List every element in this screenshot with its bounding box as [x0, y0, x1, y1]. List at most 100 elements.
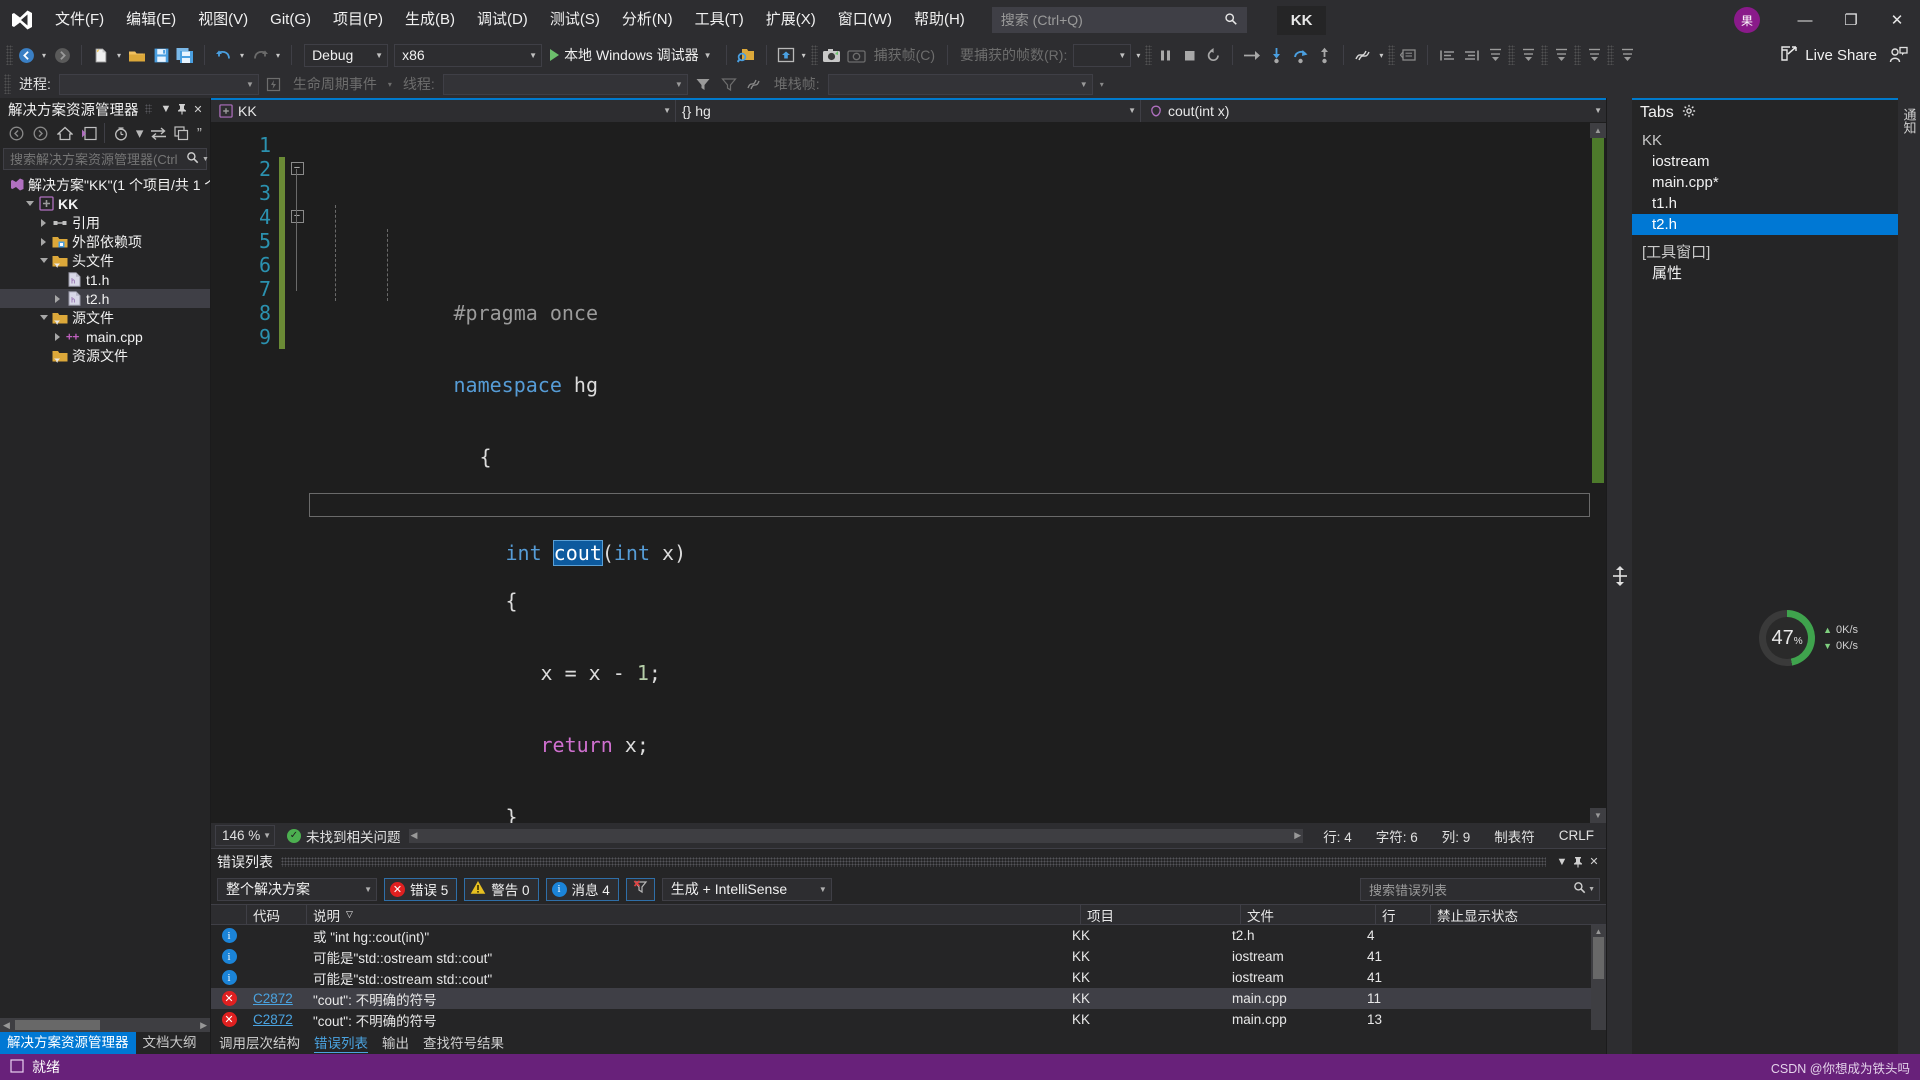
tabs-item-t1h[interactable]: t1.h: [1632, 193, 1898, 214]
menu-test[interactable]: 测试(S): [539, 0, 611, 40]
messages-filter-button[interactable]: i 消息 4: [545, 877, 619, 901]
tree-row-references[interactable]: 引用: [0, 213, 210, 232]
live-share-button[interactable]: Live Share: [1772, 45, 1885, 66]
tabs-item-properties[interactable]: 属性: [1632, 262, 1898, 283]
menu-project[interactable]: 项目(P): [322, 0, 394, 40]
column-file[interactable]: 文件: [1241, 905, 1376, 924]
issue-status[interactable]: ✓ 未找到相关问题: [275, 826, 401, 846]
pin-icon[interactable]: [1570, 853, 1586, 871]
clear-filter-button[interactable]: [625, 877, 655, 901]
twisty-expanded-icon[interactable]: [36, 258, 51, 263]
error-list-search[interactable]: 搜索错误列表 ▼: [1360, 877, 1600, 901]
se-overflow-icon[interactable]: ”: [195, 122, 204, 144]
menu-edit[interactable]: 编辑(E): [115, 0, 187, 40]
expand-icon[interactable]: [1517, 43, 1539, 67]
tree-row-t2h[interactable]: h t2.h: [0, 289, 210, 308]
notifications-vertical-tab[interactable]: 通知: [1898, 98, 1920, 1054]
menu-tools[interactable]: 工具(T): [684, 0, 755, 40]
minimize-button[interactable]: —: [1782, 0, 1828, 40]
comment-block-icon[interactable]: [1397, 43, 1419, 67]
menu-extensions[interactable]: 扩展(X): [755, 0, 827, 40]
scroll-left-icon[interactable]: ◀: [411, 830, 418, 841]
tabs-item-maincpp[interactable]: main.cpp*: [1632, 172, 1898, 193]
procbar-grip[interactable]: [4, 74, 11, 94]
table-row[interactable]: ✕ C2872 "cout": 不明确的符号 KK main.cpp 13: [211, 1009, 1591, 1030]
platform-combo[interactable]: x86 ▼: [394, 43, 543, 67]
show-next-statement-icon[interactable]: [1241, 43, 1263, 67]
panel-drag-dots[interactable]: [144, 104, 152, 114]
twisty-expanded-icon[interactable]: [36, 315, 51, 320]
fold-toggle-function-icon[interactable]: −: [290, 210, 304, 224]
tree-row-solution[interactable]: 解决方案"KK"(1 个项目/共 1 个: [0, 175, 210, 194]
global-search-box[interactable]: 搜索 (Ctrl+Q): [991, 7, 1247, 33]
bookmark-clear-icon[interactable]: [1616, 43, 1638, 67]
lifecycle-caret-icon[interactable]: ▾: [385, 80, 395, 89]
back-icon[interactable]: [6, 122, 28, 144]
toolbar-grip[interactable]: [1541, 45, 1549, 65]
break-all-icon[interactable]: [1154, 43, 1176, 67]
step-out-icon[interactable]: [1313, 43, 1335, 67]
open-file-icon[interactable]: [126, 43, 148, 67]
overflow-caret-icon[interactable]: ▾: [1133, 51, 1143, 60]
menu-analyze[interactable]: 分析(N): [611, 0, 684, 40]
configuration-combo[interactable]: Debug ▼: [304, 43, 389, 67]
bookmark-next-icon[interactable]: [1550, 43, 1572, 67]
editor-horizontal-scrollbar[interactable]: ◀ ▶: [408, 828, 1304, 843]
restart-icon[interactable]: [1202, 43, 1224, 67]
error-list-vertical-scrollbar[interactable]: ▲: [1591, 925, 1606, 1030]
tab-solution-explorer[interactable]: 解决方案资源管理器: [0, 1032, 136, 1054]
tree-row-maincpp[interactable]: ++ main.cpp: [0, 327, 210, 346]
code-token-selected[interactable]: cout: [552, 539, 603, 566]
solution-explorer-search[interactable]: ▼: [3, 148, 209, 170]
tab-document-outline[interactable]: 文档大纲: [136, 1032, 204, 1054]
warnings-filter-button[interactable]: 警告 0: [464, 877, 539, 901]
column-project[interactable]: 项目: [1081, 905, 1241, 924]
close-button[interactable]: ✕: [1874, 0, 1920, 40]
tree-row-external-dependencies[interactable]: 外部依赖项: [0, 232, 210, 251]
restore-button[interactable]: ❐: [1828, 0, 1874, 40]
step-over-icon[interactable]: [1289, 43, 1311, 67]
navbar-namespace-combo[interactable]: {} hg ▼: [676, 99, 1141, 122]
feedback-icon[interactable]: [1887, 43, 1910, 67]
tab-find-symbol-results[interactable]: 查找符号结果: [423, 1032, 504, 1052]
redo-caret-icon[interactable]: ▾: [273, 51, 283, 60]
performance-overlay[interactable]: 47% ▲ 0K/s ▼ 0K/s: [1759, 610, 1858, 666]
menu-debug[interactable]: 调试(D): [466, 0, 539, 40]
scroll-thumb[interactable]: [1593, 937, 1604, 979]
menu-build[interactable]: 生成(B): [394, 0, 466, 40]
sync-icon[interactable]: [147, 122, 169, 144]
tree-row-t1h[interactable]: h t1.h: [0, 270, 210, 289]
navigate-backward-icon[interactable]: [15, 43, 37, 67]
search-options-caret-icon[interactable]: ▼: [1588, 886, 1595, 893]
twisty-collapsed-icon[interactable]: [36, 237, 51, 246]
toolbar-grip[interactable]: [1508, 45, 1516, 65]
tab-output[interactable]: 输出: [382, 1032, 409, 1052]
twisty-expanded-icon[interactable]: [22, 201, 37, 206]
twisty-collapsed-icon[interactable]: [50, 294, 65, 303]
cell-code-link[interactable]: C2872: [253, 1012, 293, 1027]
threads-caret-icon[interactable]: ▾: [1376, 51, 1386, 60]
menu-git[interactable]: Git(G): [259, 0, 322, 40]
gear-icon[interactable]: [1682, 104, 1696, 122]
thread-combo[interactable]: ▼: [442, 73, 688, 95]
code-text[interactable]: #pragma once namespace hg { int cout(int…: [309, 123, 1590, 823]
column-line[interactable]: 行: [1376, 905, 1431, 924]
collapse-icon[interactable]: [1484, 43, 1506, 67]
search-options-caret-icon[interactable]: ▼: [199, 156, 209, 163]
live-visual-tree-caret-icon[interactable]: ▾: [799, 51, 809, 60]
outlining-margin[interactable]: − −: [285, 123, 309, 823]
toolbar-grip[interactable]: [810, 45, 818, 65]
table-row[interactable]: i 可能是"std::ostream std::cout" KK iostrea…: [211, 967, 1591, 988]
new-project-caret-icon[interactable]: ▾: [114, 51, 124, 60]
toolbar-grip[interactable]: [1607, 45, 1615, 65]
panel-menu-chevron-icon[interactable]: ▼: [158, 100, 174, 118]
tab-call-hierarchy[interactable]: 调用层次结构: [219, 1032, 300, 1052]
search-folder-icon[interactable]: [735, 43, 758, 67]
toolbar-grip[interactable]: [1388, 45, 1396, 65]
menu-file[interactable]: 文件(F): [44, 0, 115, 40]
scroll-thumb[interactable]: [1592, 137, 1604, 483]
scope-combo[interactable]: 整个解决方案 ▼: [217, 877, 377, 901]
tab-error-list[interactable]: 错误列表: [314, 1032, 368, 1053]
column-severity[interactable]: [211, 905, 247, 924]
step-into-icon[interactable]: [1265, 43, 1287, 67]
